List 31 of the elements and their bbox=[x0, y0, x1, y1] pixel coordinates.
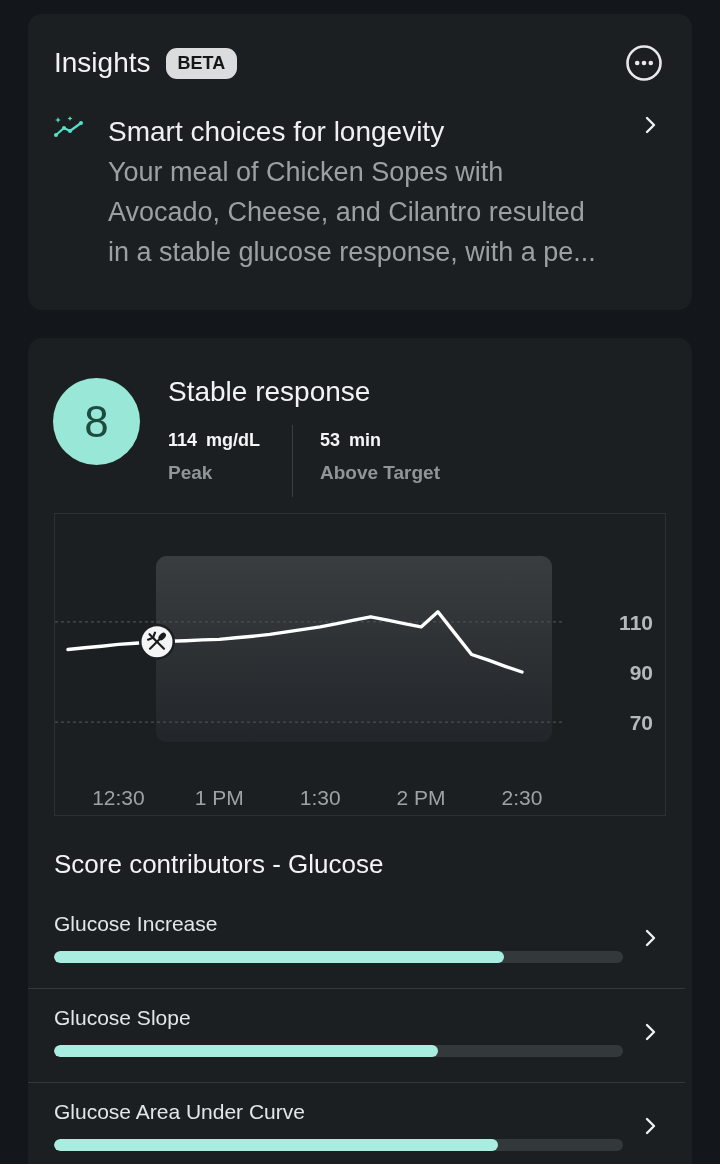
x-axis-label: 2:30 bbox=[501, 786, 543, 809]
chevron-right-icon[interactable] bbox=[645, 928, 657, 947]
insight-description: Your meal of Chicken Sopes with Avocado, Cheese, and Cilantro resulted in a stable glucose response, with a pe... bbox=[108, 156, 597, 269]
x-axis-label: 1 PM bbox=[194, 786, 244, 809]
chevron-right-icon[interactable] bbox=[645, 1022, 657, 1041]
insights-title: Insights bbox=[54, 46, 151, 80]
insight-title[interactable]: Smart choices for longevity bbox=[108, 112, 606, 152]
chevron-right-icon[interactable] bbox=[645, 1116, 657, 1135]
section-heading: Score contributors - Glucose bbox=[54, 848, 385, 880]
y-axis-label: 70 bbox=[629, 711, 653, 735]
x-axis-label: 1:30 bbox=[299, 786, 341, 809]
x-axis-label: 2 PM bbox=[396, 786, 446, 809]
fork-spoon-icon[interactable] bbox=[139, 623, 175, 660]
x-axis-label: 12:30 bbox=[92, 786, 145, 809]
contributor-label[interactable]: Glucose Area Under Curve bbox=[54, 1100, 623, 1124]
score-badge: 8 bbox=[53, 378, 140, 465]
stat-unit: mg/dL bbox=[206, 429, 261, 452]
stat-label: Above Target bbox=[320, 461, 440, 485]
stat-unit: min bbox=[349, 429, 382, 452]
stat-value: 53 bbox=[320, 429, 341, 452]
contributor-label[interactable]: Glucose Increase bbox=[54, 912, 623, 936]
more-options-icon[interactable] bbox=[626, 45, 662, 81]
y-axis-label: 90 bbox=[629, 661, 653, 685]
sparkle-trend-icon bbox=[54, 116, 84, 138]
contributor-label[interactable]: Glucose Slope bbox=[54, 1006, 623, 1030]
stat-label: Peak bbox=[168, 461, 214, 485]
beta-badge: BETA bbox=[165, 47, 238, 79]
stat-value: 114 bbox=[168, 429, 198, 452]
chevron-right-icon[interactable] bbox=[645, 116, 657, 134]
response-title: Stable response bbox=[168, 375, 372, 409]
y-axis-label: 110 bbox=[619, 610, 653, 634]
